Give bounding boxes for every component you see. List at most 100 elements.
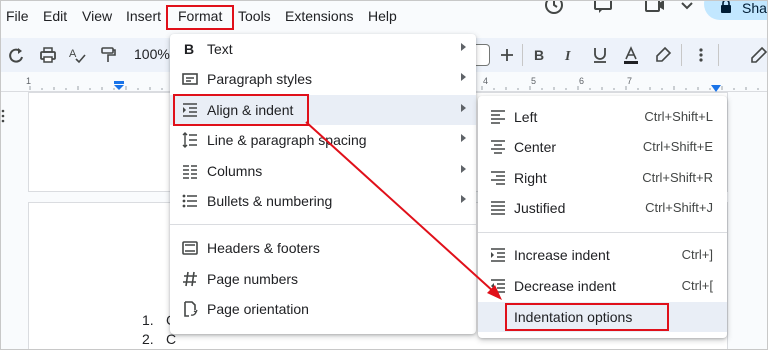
ruler-number: 4 — [483, 76, 489, 86]
shortcut-label: Ctrl+] — [681, 247, 713, 262]
paint-format-icon[interactable] — [99, 46, 117, 64]
menu-item-label: Paragraph styles — [207, 71, 313, 87]
toolbar-divider — [522, 44, 523, 66]
hash-icon — [182, 271, 198, 287]
menu-item-label: Align & indent — [207, 102, 294, 118]
menu-item-page-numbers[interactable]: Page numbers — [170, 264, 476, 294]
redo-icon[interactable] — [8, 46, 26, 64]
shortcut-label: Ctrl+Shift+L — [644, 109, 713, 124]
menu-item-label: Headers & footers — [207, 240, 320, 256]
menu-item-align-right[interactable]: Right Ctrl+Shift+R — [478, 163, 727, 193]
outline-icon[interactable] — [0, 108, 8, 127]
comment-icon[interactable] — [592, 0, 614, 16]
menu-view[interactable]: View — [82, 8, 112, 24]
toolbar-divider — [681, 44, 682, 66]
chevron-down-icon[interactable] — [676, 0, 698, 16]
spellcheck-icon[interactable]: A — [69, 46, 87, 64]
align-left-icon — [490, 109, 506, 125]
menu-item-label: Indentation options — [514, 309, 633, 325]
highlight-pen-icon[interactable] — [654, 46, 672, 64]
menu-item-columns[interactable]: Columns — [170, 156, 476, 186]
menu-item-label: Center — [514, 139, 557, 155]
menu-item-label: Bullets & numbering — [207, 193, 333, 209]
shortcut-label: Ctrl+Shift+R — [642, 170, 713, 185]
bold-icon: B — [182, 41, 198, 57]
menu-extensions[interactable]: Extensions — [285, 8, 353, 24]
menu-item-line-spacing[interactable]: Line & paragraph spacing — [170, 125, 476, 155]
menu-item-align-center[interactable]: Center Ctrl+Shift+E — [478, 132, 727, 162]
menu-separator — [170, 224, 476, 225]
font-size-input[interactable] — [474, 44, 490, 66]
shortcut-label: Ctrl+Shift+E — [642, 139, 713, 154]
menu-item-increase-indent[interactable]: Increase indent Ctrl+] — [478, 240, 727, 270]
align-center-icon — [490, 139, 506, 155]
line-spacing-icon — [182, 132, 198, 148]
page-orientation-icon — [182, 301, 198, 317]
menu-item-text[interactable]: B Text — [170, 34, 476, 64]
menu-item-paragraph-styles[interactable]: Paragraph styles — [170, 64, 476, 94]
menu-item-label: Page orientation — [207, 301, 309, 317]
align-indent-submenu: Left Ctrl+Shift+L Center Ctrl+Shift+E Ri… — [478, 96, 727, 338]
ruler-number: 5 — [531, 76, 537, 86]
menu-item-label: Decrease indent — [514, 278, 616, 294]
meet-icon[interactable] — [644, 0, 666, 16]
text-color-icon[interactable] — [622, 46, 640, 64]
menu-item-label: Text — [207, 41, 233, 57]
svg-text:A: A — [69, 48, 77, 60]
menu-item-page-orientation[interactable]: Page orientation — [170, 294, 476, 324]
ruler-number: 7 — [627, 76, 633, 86]
menu-item-label: Left — [514, 109, 538, 125]
menu-item-label: Right — [514, 170, 547, 186]
ruler-number: 1 — [26, 76, 32, 86]
ruler-number: 6 — [579, 76, 585, 86]
share-label: Sha — [742, 0, 767, 16]
list-number: 2. — [142, 331, 154, 347]
bullets-icon — [182, 193, 198, 209]
italic-icon[interactable]: I — [561, 46, 579, 64]
svg-text:B: B — [534, 47, 544, 63]
menu-format[interactable]: Format — [178, 8, 222, 24]
align-indent-icon — [182, 102, 198, 118]
shortcut-label: Ctrl+Shift+J — [645, 200, 713, 215]
increase-indent-icon — [490, 247, 506, 263]
toolbar-divider — [718, 44, 719, 66]
align-right-icon — [490, 170, 506, 186]
decrease-indent-icon — [490, 278, 506, 294]
submenu-arrow-icon — [461, 73, 466, 81]
submenu-arrow-icon — [461, 134, 466, 142]
menu-help[interactable]: Help — [368, 8, 397, 24]
zoom-select[interactable]: 100% — [134, 46, 170, 62]
headers-footers-icon — [182, 240, 198, 256]
more-vert-icon[interactable] — [692, 46, 710, 64]
menu-item-label: Increase indent — [514, 247, 610, 263]
paragraph-styles-icon — [182, 71, 198, 87]
menu-item-decrease-indent[interactable]: Decrease indent Ctrl+[ — [478, 271, 727, 301]
menu-item-label: Line & paragraph spacing — [207, 132, 367, 148]
menu-file[interactable]: File — [6, 8, 29, 24]
menu-item-align-left[interactable]: Left Ctrl+Shift+L — [478, 102, 727, 132]
menu-insert[interactable]: Insert — [126, 8, 161, 24]
menu-item-label: Columns — [207, 163, 263, 179]
lock-icon — [721, 0, 731, 13]
edit-mode-icon[interactable] — [750, 46, 768, 64]
columns-icon — [182, 163, 198, 179]
menu-tools[interactable]: Tools — [238, 8, 271, 24]
menu-item-bullets-numbering[interactable]: Bullets & numbering — [170, 186, 476, 216]
menu-bar: File Edit View Insert Format Tools Exten… — [0, 0, 768, 34]
bold-icon[interactable]: B — [531, 46, 549, 64]
share-button[interactable]: Sha — [704, 0, 768, 20]
menu-item-indentation-options[interactable]: Indentation options — [478, 302, 727, 332]
menu-item-align-indent[interactable]: Align & indent — [170, 95, 476, 125]
print-icon[interactable] — [39, 46, 57, 64]
underline-icon[interactable] — [591, 46, 609, 64]
menu-item-justify[interactable]: Justified Ctrl+Shift+J — [478, 193, 727, 223]
submenu-arrow-icon — [461, 165, 466, 173]
svg-text:I: I — [564, 49, 571, 64]
history-icon[interactable] — [543, 0, 565, 16]
menu-item-label: Page numbers — [207, 271, 299, 287]
menu-edit[interactable]: Edit — [43, 8, 67, 24]
submenu-arrow-icon — [461, 104, 466, 112]
plus-icon[interactable] — [498, 46, 516, 64]
submenu-arrow-icon — [461, 43, 466, 51]
menu-item-headers-footers[interactable]: Headers & footers — [170, 233, 476, 263]
